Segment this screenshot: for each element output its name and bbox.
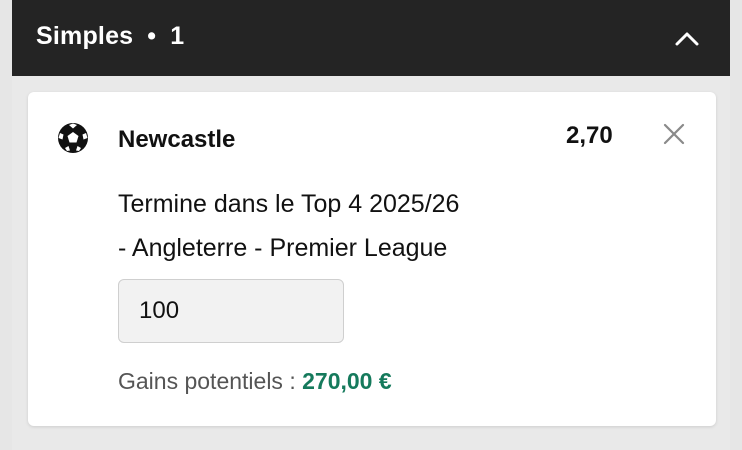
market-line-2: - Angleterre - Premier League [118, 234, 448, 262]
market-description: Termine dans le Top 4 2025/26 - Angleter… [118, 182, 638, 270]
close-icon[interactable] [662, 122, 686, 146]
potential-gains: Gains potentiels : 270,00 € [118, 368, 392, 395]
stake-input[interactable] [118, 279, 344, 343]
odds-value: 2,70 [566, 122, 613, 149]
bet-count: 1 [170, 22, 185, 50]
chevron-up-icon[interactable] [674, 26, 700, 52]
market-line-1: Termine dans le Top 4 2025/26 [118, 190, 460, 218]
header-title-label: Simples [36, 22, 134, 50]
header-separator: • [147, 22, 157, 50]
gains-amount: 270,00 € [302, 368, 392, 394]
bet-card: Newcastle 2,70 Termine dans le Top 4 202… [28, 92, 716, 426]
football-icon [58, 123, 88, 153]
bet-slip-panel: Simples • 1 Newcastle 2,70 Termine dans le… [12, 0, 730, 450]
team-name: Newcastle [118, 126, 236, 153]
header-title: Simples • 1 [36, 22, 184, 51]
bet-slip-header[interactable]: Simples • 1 [12, 0, 730, 76]
gains-label: Gains potentiels : [118, 368, 303, 394]
